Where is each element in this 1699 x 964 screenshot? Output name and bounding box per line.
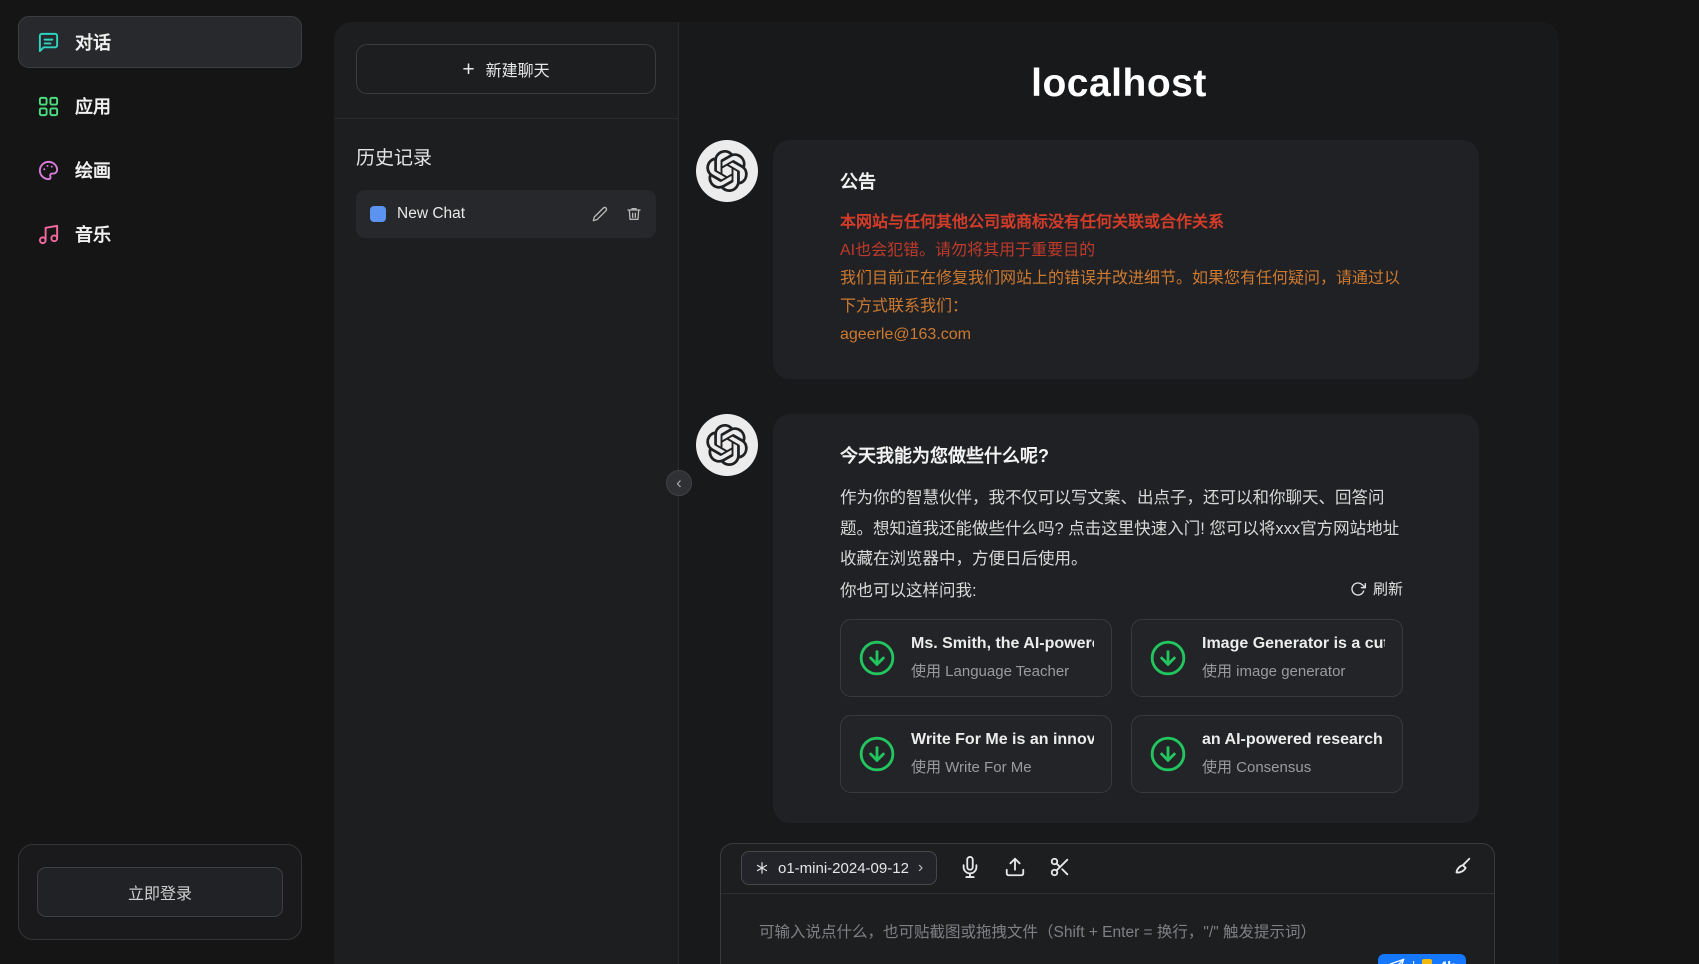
- suggestion-card[interactable]: an AI-powered research assista... 使用 Con…: [1131, 715, 1403, 793]
- announcement-title: 公告: [840, 168, 1403, 194]
- composer: o1-mini-2024-09-12 ›: [720, 843, 1495, 964]
- assistant-avatar: [696, 140, 758, 202]
- composer-toolbar: o1-mini-2024-09-12 ›: [721, 844, 1494, 894]
- sidebar: 对话 应用 绘画 音乐 立即登录: [0, 0, 320, 964]
- chat-history-panel: + 新建聊天 历史记录 New Chat: [334, 22, 679, 964]
- content-panel: + 新建聊天 历史记录 New Chat ‹ localhost: [334, 22, 1559, 964]
- divider: [334, 118, 678, 119]
- new-chat-button[interactable]: + 新建聊天: [356, 44, 656, 94]
- refresh-button[interactable]: 刷新: [1350, 578, 1403, 599]
- suggestion-subtitle: 使用 Write For Me: [911, 756, 1094, 777]
- ask-hint: 你也可以这样问我:: [840, 577, 977, 601]
- assistant-avatar: [696, 414, 758, 476]
- arrow-down-circle-icon: [858, 639, 896, 677]
- chat-color-icon: [370, 206, 386, 222]
- announcement-line: 本网站与任何其他公司或商标没有任何关联或合作关系: [840, 209, 1403, 237]
- assistant-message: 公告 本网站与任何其他公司或商标没有任何关联或合作关系 AI也会犯错。请勿将其用…: [696, 140, 1479, 379]
- assistant-message: 今天我能为您做些什么呢? 作为你的智慧伙伴，我不仅可以写文案、出点子，还可以和你…: [696, 414, 1479, 823]
- refresh-icon: [1350, 581, 1366, 597]
- collapse-sidebar-button[interactable]: ‹: [666, 470, 692, 496]
- welcome-card: 今天我能为您做些什么呢? 作为你的智慧伙伴，我不仅可以写文案、出点子，还可以和你…: [773, 414, 1479, 823]
- login-button[interactable]: 立即登录: [37, 867, 283, 917]
- suggestion-card[interactable]: Image Generator is a cutting-e... 使用 ima…: [1131, 619, 1403, 697]
- main-chat-area: localhost 公告 本网站与任何其他公司或商标没有任何关联或合作关系 AI…: [679, 22, 1559, 964]
- sidebar-item-label: 应用: [75, 93, 111, 119]
- sidebar-item-label: 绘画: [75, 157, 111, 183]
- sidebar-item-music[interactable]: 音乐: [18, 208, 302, 260]
- suggestion-subtitle: 使用 Consensus: [1202, 756, 1385, 777]
- suggestion-title: Ms. Smith, the AI-powered Lan...: [911, 635, 1094, 653]
- arrow-down-circle-icon: [858, 735, 896, 773]
- delete-icon[interactable]: [626, 206, 642, 222]
- token-meter-icon: [1422, 959, 1432, 964]
- screenshot-button[interactable]: [1047, 856, 1072, 881]
- history-title: 历史记录: [356, 143, 656, 170]
- suggestion-grid: Ms. Smith, the AI-powered Lan... 使用 Lang…: [840, 619, 1403, 793]
- send-separator: |: [1412, 958, 1416, 964]
- chat-item-title: New Chat: [397, 205, 574, 223]
- edit-icon[interactable]: [592, 206, 608, 222]
- suggestion-card[interactable]: Ms. Smith, the AI-powered Lan... 使用 Lang…: [840, 619, 1112, 697]
- openai-logo-icon: [706, 150, 748, 192]
- arrow-down-circle-icon: [1149, 639, 1187, 677]
- suggestion-subtitle: 使用 Language Teacher: [911, 660, 1094, 681]
- model-name: o1-mini-2024-09-12: [778, 860, 909, 877]
- message-list: 公告 本网站与任何其他公司或商标没有任何关联或合作关系 AI也会犯错。请勿将其用…: [679, 140, 1559, 823]
- plus-icon: +: [462, 59, 474, 80]
- chat-history-item[interactable]: New Chat: [356, 190, 656, 238]
- page-title: localhost: [679, 62, 1559, 106]
- suggestion-subtitle: 使用 image generator: [1202, 660, 1385, 681]
- upload-icon: [1004, 856, 1026, 878]
- token-count-badge: 4k: [1439, 958, 1455, 964]
- model-selector[interactable]: o1-mini-2024-09-12 ›: [741, 851, 937, 885]
- sidebar-item-chat[interactable]: 对话: [18, 16, 302, 68]
- arrow-down-circle-icon: [1149, 735, 1187, 773]
- login-panel: 立即登录: [18, 844, 302, 940]
- announcement-line: AI也会犯错。请勿将其用于重要目的: [840, 237, 1403, 265]
- new-chat-label: 新建聊天: [486, 57, 550, 81]
- app-window: 对话 应用 绘画 音乐 立即登录 +: [0, 0, 1699, 964]
- sidebar-item-apps[interactable]: 应用: [18, 80, 302, 132]
- music-note-icon: [37, 223, 60, 246]
- suggestion-title: Image Generator is a cutting-e...: [1202, 635, 1385, 653]
- palette-icon: [37, 159, 60, 182]
- welcome-title: 今天我能为您做些什么呢?: [840, 442, 1403, 468]
- sidebar-item-label: 音乐: [75, 221, 111, 247]
- contact-email-link[interactable]: ageerle@163.com: [840, 321, 971, 349]
- message-input[interactable]: [721, 894, 1494, 964]
- chevron-right-icon: ›: [918, 860, 923, 876]
- apps-grid-icon: [37, 95, 60, 118]
- openai-logo-icon: [706, 424, 748, 466]
- broom-icon: [1451, 856, 1473, 878]
- mic-button[interactable]: [957, 856, 982, 881]
- chat-bubble-icon: [37, 31, 60, 54]
- scissors-icon: [1049, 856, 1071, 878]
- send-plane-icon: [1389, 958, 1405, 964]
- ask-hint-row: 你也可以这样问我: 刷新: [840, 577, 1403, 601]
- announcement-line: 我们目前正在修复我们网站上的错误并改进细节。如果您有任何疑问，请通过以下方式联系…: [840, 265, 1403, 321]
- announcement-card: 公告 本网站与任何其他公司或商标没有任何关联或合作关系 AI也会犯错。请勿将其用…: [773, 140, 1479, 379]
- suggestion-title: an AI-powered research assista...: [1202, 731, 1385, 749]
- suggestion-title: Write For Me is an innovative A...: [911, 731, 1094, 749]
- sidebar-item-label: 对话: [75, 29, 111, 55]
- suggestion-card[interactable]: Write For Me is an innovative A... 使用 Wr…: [840, 715, 1112, 793]
- upload-button[interactable]: [1002, 856, 1027, 881]
- refresh-label: 刷新: [1373, 578, 1403, 599]
- sidebar-item-paint[interactable]: 绘画: [18, 144, 302, 196]
- composer-input-area: | 4k: [721, 894, 1494, 964]
- clear-context-button[interactable]: [1449, 856, 1474, 881]
- send-button[interactable]: | 4k: [1378, 954, 1466, 964]
- mic-icon: [959, 856, 981, 878]
- model-sparkle-icon: [755, 861, 769, 875]
- welcome-body: 作为你的智慧伙伴，我不仅可以写文案、出点子，还可以和你聊天、回答问题。想知道我还…: [840, 483, 1403, 575]
